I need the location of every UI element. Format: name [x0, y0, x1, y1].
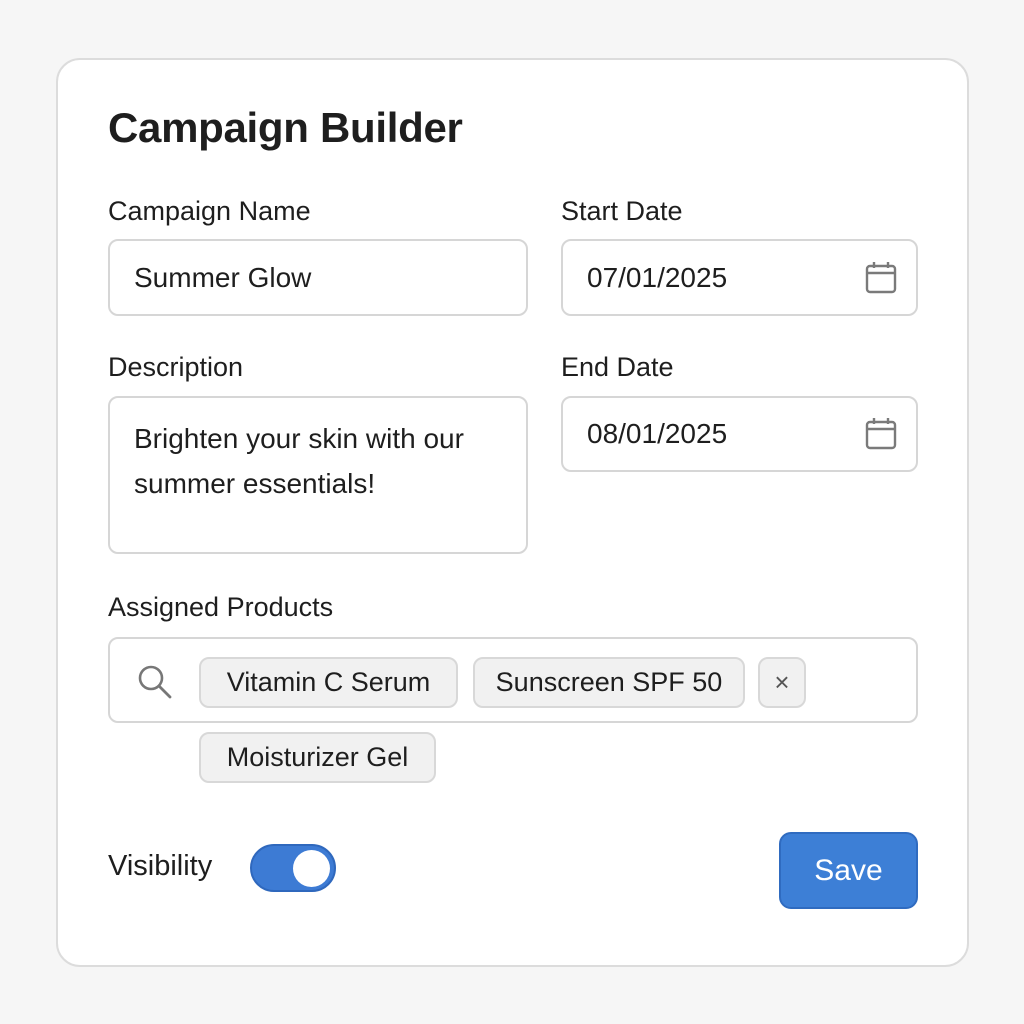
end-date-label: End Date	[561, 352, 674, 382]
start-date-value: 07/01/2025	[587, 261, 728, 293]
product-chip-label: Moisturizer Gel	[226, 742, 409, 772]
campaign-name-value: Summer Glow	[134, 261, 312, 293]
assigned-products-label: Assigned Products	[108, 592, 334, 622]
calendar-icon[interactable]	[864, 417, 898, 451]
save-button[interactable]: Save	[779, 832, 918, 909]
product-chip[interactable]: Moisturizer Gel	[199, 732, 436, 783]
search-icon	[136, 663, 174, 701]
campaign-builder-card: Campaign Builder Campaign Name Summer Gl…	[56, 58, 969, 967]
end-date-field[interactable]: 08/01/2025	[561, 396, 918, 472]
description-textarea[interactable]: Brighten your skin with our summer essen…	[108, 396, 528, 554]
start-date-label: Start Date	[561, 196, 683, 226]
page-title: Campaign Builder	[108, 104, 463, 151]
campaign-name-label: Campaign Name	[108, 196, 311, 226]
campaign-name-field[interactable]: Summer Glow	[108, 239, 528, 316]
close-icon: ×	[774, 667, 790, 697]
product-chip-label: Sunscreen SPF 50	[495, 667, 723, 697]
toggle-knob	[293, 850, 330, 887]
description-value: Brighten your skin with our summer essen…	[134, 423, 464, 499]
product-chip[interactable]: Vitamin C Serum	[199, 657, 458, 708]
visibility-label: Visibility	[108, 850, 213, 882]
calendar-icon[interactable]	[864, 261, 898, 295]
remove-chip-button[interactable]: ×	[758, 657, 806, 708]
product-chip-label: Vitamin C Serum	[226, 667, 431, 697]
save-button-label: Save	[814, 853, 883, 887]
description-label: Description	[108, 352, 244, 382]
end-date-value: 08/01/2025	[587, 418, 728, 449]
visibility-toggle[interactable]	[250, 844, 336, 892]
start-date-field[interactable]: 07/01/2025	[561, 239, 918, 316]
product-chip[interactable]: Sunscreen SPF 50	[473, 657, 745, 708]
